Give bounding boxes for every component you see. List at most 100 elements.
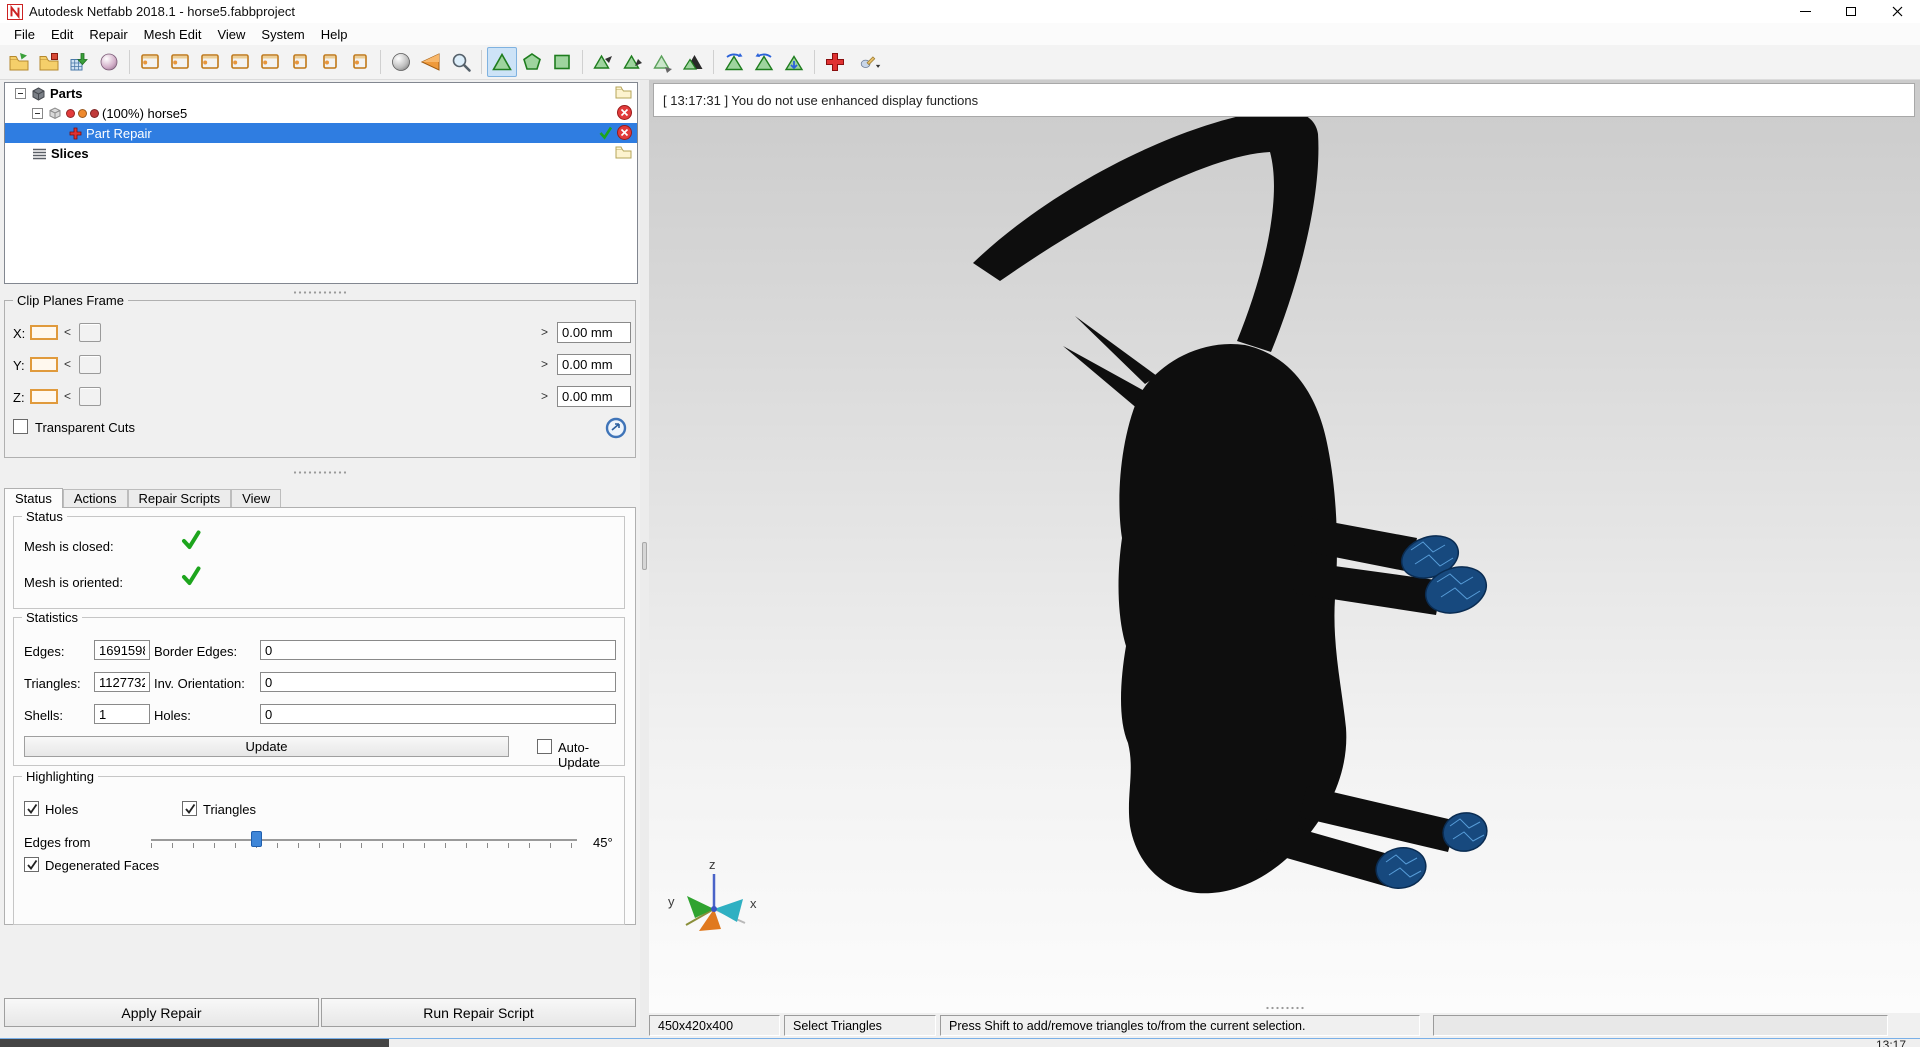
edges-field[interactable] xyxy=(94,640,150,660)
add-folder-icon[interactable] xyxy=(615,85,632,99)
menu-repair[interactable]: Repair xyxy=(81,23,135,45)
clip-y-slider-thumb[interactable] xyxy=(79,355,101,374)
triangle-arrow-button-1[interactable] xyxy=(588,47,618,77)
viewport-log: [ 13:17:31 ] You do not use enhanced dis… xyxy=(653,83,1915,117)
repair-plus-button[interactable] xyxy=(820,47,850,77)
border-edges-field[interactable] xyxy=(260,640,616,660)
tree-item-slices[interactable]: Slices xyxy=(5,143,637,163)
toolbar-separator xyxy=(481,50,482,74)
close-button[interactable] xyxy=(1874,0,1920,23)
clip-z-value-field[interactable] xyxy=(557,386,631,407)
clip-x-value-field[interactable] xyxy=(557,322,631,343)
triangles-field[interactable] xyxy=(94,672,150,692)
menu-edit[interactable]: Edit xyxy=(43,23,81,45)
shells-label: Shells: xyxy=(24,708,63,723)
platform-button-7[interactable] xyxy=(315,47,345,77)
cone-view-button[interactable] xyxy=(416,47,446,77)
update-button[interactable]: Update xyxy=(24,736,509,757)
tab-status[interactable]: Status xyxy=(4,488,63,508)
select-shells-button[interactable] xyxy=(517,47,547,77)
triangle-pair-button[interactable] xyxy=(678,47,708,77)
clip-x-increment-button[interactable]: > xyxy=(537,323,552,341)
inv-orientation-field[interactable] xyxy=(260,672,616,692)
clip-x-color-swatch[interactable] xyxy=(30,325,58,340)
panel-splitter[interactable] xyxy=(0,458,640,487)
platform-button-1[interactable] xyxy=(135,47,165,77)
platform-button-8[interactable] xyxy=(345,47,375,77)
remove-part-icon[interactable] xyxy=(617,105,632,120)
clip-x-decrement-button[interactable]: < xyxy=(60,323,75,341)
minimize-icon xyxy=(1800,11,1811,12)
degenerated-faces-checkbox[interactable] xyxy=(24,857,39,872)
import-part-button[interactable] xyxy=(64,47,94,77)
tree-item-part-repair[interactable]: Part Repair xyxy=(5,123,637,143)
edges-from-slider[interactable] xyxy=(151,831,577,849)
add-folder-icon[interactable] xyxy=(615,145,632,159)
main-content: Parts (100%) horse5 xyxy=(0,80,1920,1038)
platform-icon-3 xyxy=(199,51,221,73)
auto-update-checkbox[interactable] xyxy=(537,739,552,754)
vertical-splitter[interactable] xyxy=(640,80,649,1038)
triangle-arrow-button-2[interactable] xyxy=(618,47,648,77)
slider-thumb[interactable] xyxy=(251,831,262,847)
tab-view[interactable]: View xyxy=(231,489,281,507)
select-planes-icon xyxy=(551,51,573,73)
clip-y-value-field[interactable] xyxy=(557,354,631,375)
tree-item-horse5[interactable]: (100%) horse5 xyxy=(5,103,637,123)
select-planes-button[interactable] xyxy=(547,47,577,77)
clip-z-color-swatch[interactable] xyxy=(30,389,58,404)
triangle-arrow-button-3[interactable] xyxy=(648,47,678,77)
tree-label-part-repair: Part Repair xyxy=(86,126,152,141)
clip-y-decrement-button[interactable]: < xyxy=(60,355,75,373)
brush-select-button[interactable] xyxy=(850,47,890,77)
platform-button-6[interactable] xyxy=(285,47,315,77)
clip-x-slider-thumb[interactable] xyxy=(79,323,101,342)
clip-y-increment-button[interactable]: > xyxy=(537,355,552,373)
holes-field[interactable] xyxy=(260,704,616,724)
menu-mesh-edit[interactable]: Mesh Edit xyxy=(136,23,210,45)
collapse-toggle[interactable] xyxy=(32,108,43,119)
splitter-handle[interactable] xyxy=(642,542,647,570)
orient-triangle-button-2[interactable] xyxy=(749,47,779,77)
axis-x-label: x xyxy=(750,896,757,911)
reset-clip-planes-icon[interactable] xyxy=(605,417,627,439)
menu-help[interactable]: Help xyxy=(313,23,356,45)
tab-repair-scripts[interactable]: Repair Scripts xyxy=(128,489,232,507)
platform-button-5[interactable] xyxy=(255,47,285,77)
menu-system[interactable]: System xyxy=(253,23,312,45)
clip-z-slider-thumb[interactable] xyxy=(79,387,101,406)
apply-repair-button[interactable]: Apply Repair xyxy=(4,998,319,1027)
platform-button-2[interactable] xyxy=(165,47,195,77)
project-sphere-button[interactable] xyxy=(94,47,124,77)
platform-button-4[interactable] xyxy=(225,47,255,77)
open-project-button[interactable] xyxy=(4,47,34,77)
transparent-cuts-checkbox[interactable] xyxy=(13,419,28,434)
menu-file[interactable]: File xyxy=(6,23,43,45)
triangles-checkbox[interactable] xyxy=(182,801,197,816)
3d-viewport[interactable]: z y x [ 13:17:31 ] You do not use enhanc… xyxy=(649,80,1920,1038)
tab-actions[interactable]: Actions xyxy=(63,489,128,507)
select-triangles-button[interactable] xyxy=(487,47,517,77)
clip-z-increment-button[interactable]: > xyxy=(537,387,552,405)
shells-field[interactable] xyxy=(94,704,150,724)
zoom-button[interactable] xyxy=(446,47,476,77)
platform-icon-4 xyxy=(229,51,251,73)
menu-view[interactable]: View xyxy=(209,23,253,45)
add-part-button[interactable] xyxy=(34,47,64,77)
maximize-button[interactable] xyxy=(1828,0,1874,23)
slider-track xyxy=(151,839,577,841)
clip-z-decrement-button[interactable]: < xyxy=(60,387,75,405)
import-part-icon xyxy=(68,51,90,73)
clip-y-color-swatch[interactable] xyxy=(30,357,58,372)
run-repair-script-button[interactable]: Run Repair Script xyxy=(321,998,636,1027)
minimize-button[interactable] xyxy=(1782,0,1828,23)
collapse-toggle[interactable] xyxy=(15,88,26,99)
close-icon xyxy=(1892,6,1903,17)
orient-triangle-button-3[interactable] xyxy=(779,47,809,77)
tree-item-parts[interactable]: Parts xyxy=(5,83,637,103)
close-repair-icon[interactable] xyxy=(617,125,632,140)
orient-triangle-button-1[interactable] xyxy=(719,47,749,77)
holes-checkbox[interactable] xyxy=(24,801,39,816)
render-sphere-button[interactable] xyxy=(386,47,416,77)
platform-button-3[interactable] xyxy=(195,47,225,77)
